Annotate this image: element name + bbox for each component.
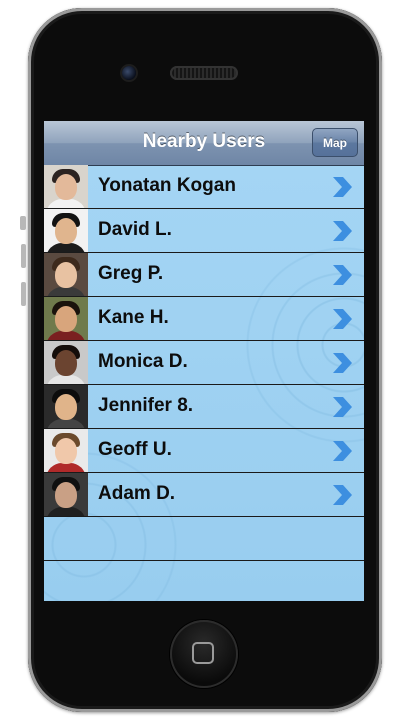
chevron-right-icon[interactable] (330, 483, 354, 507)
avatar-shirt (46, 375, 86, 384)
chevron-right-icon[interactable] (330, 395, 354, 419)
avatar-shirt (46, 419, 86, 428)
empty-row (44, 561, 364, 601)
avatar (44, 385, 88, 428)
avatar-face (55, 306, 77, 332)
avatar-face (55, 438, 77, 464)
chevron-right-icon[interactable] (330, 439, 354, 463)
volume-up-button[interactable] (21, 244, 26, 268)
user-row[interactable]: Jennifer 8. (44, 385, 364, 429)
chevron-right-icon[interactable] (330, 219, 354, 243)
avatar-shirt (46, 243, 86, 252)
user-row[interactable]: Yonatan Kogan (44, 165, 364, 209)
user-name: Yonatan Kogan (98, 175, 236, 196)
user-name: Jennifer 8. (98, 395, 194, 416)
user-row[interactable]: Kane H. (44, 297, 364, 341)
avatar (44, 429, 88, 472)
avatar (44, 165, 88, 208)
user-name: Adam D. (98, 483, 176, 504)
avatar (44, 253, 88, 296)
chevron-right-icon[interactable] (330, 307, 354, 331)
camera-icon (122, 66, 136, 80)
avatar-face (55, 394, 77, 420)
user-row[interactable]: Adam D. (44, 473, 364, 517)
volume-down-button[interactable] (21, 282, 26, 306)
app-screen: Nearby Users Map Yonatan Kogan David L. Gr… (44, 121, 364, 601)
user-row[interactable]: Greg P. (44, 253, 364, 297)
avatar (44, 297, 88, 340)
empty-row (44, 517, 364, 561)
phone-frame: Nearby Users Map Yonatan Kogan David L. Gr… (28, 8, 382, 712)
avatar-shirt (46, 463, 86, 472)
home-square-icon (192, 642, 214, 664)
avatar-face (55, 262, 77, 288)
user-row[interactable]: David L. (44, 209, 364, 253)
avatar-shirt (46, 331, 86, 340)
avatar-shirt (46, 199, 86, 208)
user-row[interactable]: Geoff U. (44, 429, 364, 473)
navigation-bar: Nearby Users Map (44, 121, 364, 166)
speaker-icon (170, 66, 238, 80)
avatar-shirt (46, 287, 86, 296)
user-name: David L. (98, 219, 172, 240)
user-name: Monica D. (98, 351, 188, 372)
user-name: Greg P. (98, 263, 164, 284)
chevron-right-icon[interactable] (330, 263, 354, 287)
user-name: Kane H. (98, 307, 169, 328)
map-button[interactable]: Map (312, 128, 358, 157)
avatar-face (55, 482, 77, 508)
user-list: Yonatan Kogan David L. Greg P. Kane H. Monic… (44, 165, 364, 601)
avatar (44, 341, 88, 384)
avatar (44, 473, 88, 516)
avatar-face (55, 174, 77, 200)
user-row[interactable]: Monica D. (44, 341, 364, 385)
chevron-right-icon[interactable] (330, 175, 354, 199)
user-name: Geoff U. (98, 439, 172, 460)
avatar (44, 209, 88, 252)
avatar-face (55, 218, 77, 244)
avatar-face (55, 350, 77, 376)
home-button-icon[interactable] (170, 620, 238, 688)
chevron-right-icon[interactable] (330, 351, 354, 375)
mute-switch[interactable] (20, 216, 26, 230)
avatar-shirt (46, 507, 86, 516)
